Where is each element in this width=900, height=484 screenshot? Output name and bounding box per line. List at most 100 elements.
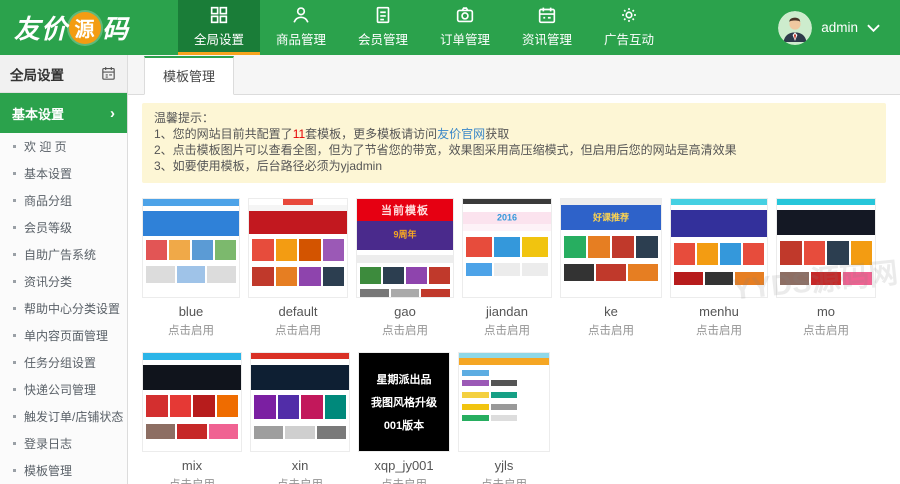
template-card: 当前模板9周年gao点击启用	[356, 198, 454, 338]
sidebar-item-label: 任务分组设置	[24, 354, 96, 371]
sidebar-item[interactable]: 帮助中心分类设置	[0, 295, 127, 322]
thumbnail-band	[251, 439, 349, 451]
bullet-icon	[13, 334, 16, 337]
nav-item-label: 商品管理	[276, 29, 326, 48]
template-grid-row: mix点击启用xin点击启用星期派出品我图风格升级001版本xqp_jy001点…	[142, 352, 886, 484]
calendar-icon	[536, 4, 558, 26]
thumbnail-band	[143, 395, 241, 417]
enable-template-link[interactable]: 点击启用	[458, 476, 550, 484]
notice-line-1: 1、您的网站目前共配置了11套模板，更多模板请访问友价官网获取	[154, 126, 874, 142]
topbar: 友价源码 全局设置 商品管理会员管理订单管理资讯管理广告互动 admin	[0, 0, 900, 55]
enable-template-link[interactable]: 点击启用	[356, 322, 454, 338]
sidebar-item-label: 模板管理	[24, 462, 72, 479]
enable-template-link[interactable]: 点击启用	[248, 322, 348, 338]
username: admin	[821, 20, 858, 35]
enable-template-link[interactable]: 点击启用	[358, 476, 450, 484]
user-menu[interactable]: admin	[778, 0, 900, 55]
template-thumbnail[interactable]: 好课推荐	[560, 198, 662, 298]
thumbnail-band	[671, 210, 767, 237]
template-card: 星期派出品我图风格升级001版本 xqp_jy001 点击启用	[358, 352, 450, 484]
bullet-icon	[13, 280, 16, 283]
site-logo[interactable]: 友价源码	[0, 0, 178, 55]
template-thumbnail[interactable]	[142, 352, 242, 452]
enable-template-link[interactable]: 点击启用	[250, 476, 350, 484]
notice-line-2: 2、点击模板图片可以查看全图，但为了节省您的带宽，效果图采用高压缩模式，但启用后…	[154, 142, 874, 158]
bullet-icon	[13, 361, 16, 364]
bullet-icon	[13, 226, 16, 229]
avatar[interactable]	[778, 11, 812, 45]
bullet-icon	[13, 253, 16, 256]
sidebar-item[interactable]: 会员等级	[0, 214, 127, 241]
nav-item-calendar[interactable]: 资讯管理	[506, 0, 588, 55]
sidebar-item[interactable]: 模板管理	[0, 457, 127, 484]
sidebar-item[interactable]: 触发订单/店铺状态	[0, 403, 127, 430]
notice-line1-suffix: 获取	[485, 127, 509, 141]
sidebar-item[interactable]: 欢 迎 页	[0, 133, 127, 160]
enable-template-link[interactable]: 点击启用	[670, 322, 768, 338]
nav-item-camera[interactable]: 订单管理	[424, 0, 506, 55]
panel-calendar-icon[interactable]	[100, 65, 117, 82]
thumbnail-band	[463, 276, 551, 297]
enable-template-link[interactable]: 点击启用	[142, 322, 240, 338]
template-thumbnail[interactable]	[142, 198, 240, 298]
thumbnail-band	[143, 439, 241, 451]
nav-item-gear[interactable]: 广告互动	[588, 0, 670, 55]
sidebar-group-basic-settings[interactable]: 基本设置 ›	[0, 93, 127, 133]
template-name: mo	[776, 304, 876, 319]
notice-line-3: 3、如要使用模板，后台路径必须为yjadmin	[154, 158, 874, 174]
sidebar-item[interactable]: 任务分组设置	[0, 349, 127, 376]
nav-item-label: 广告互动	[604, 29, 654, 48]
sidebar-item[interactable]: 资讯分类	[0, 268, 127, 295]
nav-item-label: 全局设置	[194, 29, 244, 48]
template-thumbnail[interactable]: 2016	[462, 198, 552, 298]
thumbnail-band	[777, 265, 875, 272]
thumbnail-band	[671, 285, 767, 297]
logo-text-left: 友价	[14, 9, 68, 46]
notice-box: 温馨提示： 1、您的网站目前共配置了11套模板，更多模板请访问友价官网获取 2、…	[142, 103, 886, 183]
bullet-icon	[13, 415, 16, 418]
thumbnail-band	[249, 211, 347, 235]
thumbnail-band	[463, 204, 551, 212]
nav-item-user[interactable]: 商品管理	[260, 0, 342, 55]
sidebar-title: 全局设置	[10, 64, 64, 84]
enable-template-link[interactable]: 点击启用	[776, 322, 876, 338]
thumbnail-band	[249, 267, 347, 287]
template-name: xqp_jy001	[358, 458, 450, 473]
enable-template-link[interactable]: 点击启用	[142, 476, 242, 484]
template-thumbnail[interactable]	[458, 352, 550, 452]
thumbnail-band	[143, 266, 239, 284]
template-thumbnail[interactable]: 星期派出品我图风格升级001版本	[358, 352, 450, 452]
template-thumbnail[interactable]	[248, 198, 348, 298]
sidebar-item[interactable]: 商品分组	[0, 187, 127, 214]
sidebar-item-label: 资讯分类	[24, 273, 72, 290]
template-thumbnail[interactable]: 当前模板9周年	[356, 198, 454, 298]
template-thumbnail[interactable]	[670, 198, 768, 298]
tab-template-management[interactable]: 模板管理	[144, 56, 234, 95]
thumbnail-band	[777, 285, 875, 297]
sidebar-item[interactable]: 单内容页面管理	[0, 322, 127, 349]
template-name: jiandan	[462, 304, 552, 319]
template-count: 11	[293, 127, 305, 141]
sidebar-item-label: 触发订单/店铺状态	[24, 408, 123, 425]
template-card: mo 点击启用	[776, 198, 876, 338]
enable-template-link[interactable]: 点击启用	[462, 322, 552, 338]
notice-line1-mid: 套模板，更多模板请访问	[305, 127, 437, 141]
nav-item-document[interactable]: 会员管理	[342, 0, 424, 55]
sidebar-item[interactable]: 登录日志	[0, 430, 127, 457]
thumbnail-band	[777, 241, 875, 265]
enable-template-link[interactable]: 点击启用	[560, 322, 662, 338]
template-name: ke	[560, 304, 662, 319]
thumbnail-band	[463, 263, 551, 277]
main-nav: 全局设置 商品管理会员管理订单管理资讯管理广告互动	[178, 0, 670, 55]
template-thumbnail[interactable]	[250, 352, 350, 452]
logo-circle-icon: 源	[69, 12, 101, 44]
notice-title: 温馨提示：	[154, 110, 874, 126]
nav-item-grid[interactable]: 全局设置	[178, 0, 260, 55]
template-name: blue	[142, 304, 240, 319]
official-site-link[interactable]: 友价官网	[437, 127, 485, 141]
template-card: default点击启用	[248, 198, 348, 338]
template-thumbnail[interactable]	[776, 198, 876, 298]
sidebar-item[interactable]: 基本设置	[0, 160, 127, 187]
sidebar-item[interactable]: 快递公司管理	[0, 376, 127, 403]
sidebar-item[interactable]: 自助广告系统	[0, 241, 127, 268]
